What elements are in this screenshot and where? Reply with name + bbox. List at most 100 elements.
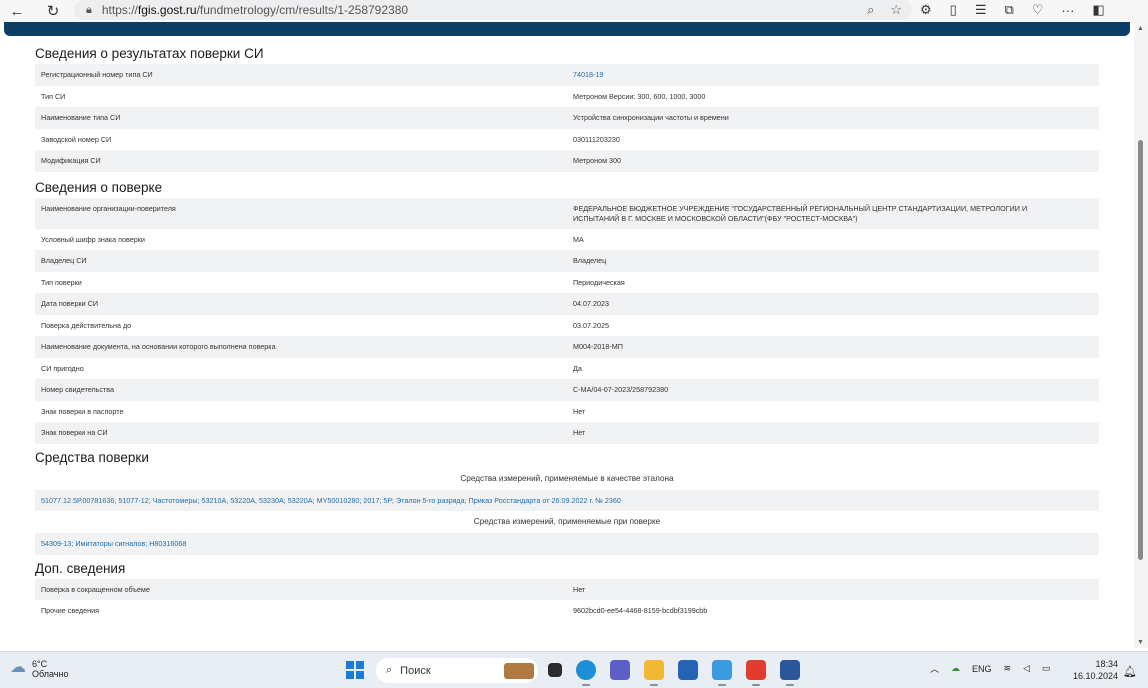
table-row: Номер свидетельства С-МА/04-07-2023/25879… — [35, 379, 1099, 401]
file-explorer-icon[interactable] — [644, 660, 664, 686]
word-icon[interactable] — [780, 660, 800, 686]
taskbar-search[interactable]: ⌕ Поиск — [376, 658, 538, 683]
weather-condition: Облачно — [32, 669, 69, 679]
back-arrow-icon[interactable]: ← — [6, 0, 28, 22]
row-value: М004-2018-МП — [567, 336, 1099, 358]
split-screen-icon[interactable]: ▯ — [950, 2, 957, 18]
temperature: 6°C — [32, 659, 48, 669]
row-key: Условный шифр знака поверки — [41, 234, 145, 244]
table-row: Регистрационный номер типа СИ 74018-19 — [35, 64, 1099, 86]
lock-icon: 🔒︎ — [86, 3, 92, 16]
url-path: /fundmetrology/cm/results/1-258792380 — [196, 3, 409, 17]
remote-desktop-icon[interactable] — [712, 660, 732, 686]
means-section-title: Средства поверки — [35, 449, 149, 465]
standards-link[interactable]: 51077.12.5Р.00781636; 51077-12; Частотом… — [35, 489, 1099, 511]
task-view-icon[interactable] — [548, 663, 562, 677]
row-value: 04.07.2023 — [567, 293, 1099, 315]
browser-toolbar: ← ↻ 🔒︎ https://fgis.gost.ru/fundmetrolog… — [0, 0, 1148, 22]
search-icon: ⌕ — [386, 664, 393, 676]
collections-icon[interactable]: ⧉ — [1004, 2, 1013, 18]
volume-icon[interactable]: ◁ — [1023, 663, 1030, 674]
row-key: Дата поверки СИ — [35, 293, 567, 315]
row-key: Наименование документа, на основании кот… — [35, 336, 567, 358]
table-row: Поверка в сокращенном объеме Нет — [35, 578, 1099, 600]
language-indicator[interactable]: ENG — [972, 664, 992, 674]
row-value: Нет — [567, 422, 1099, 444]
row-key: Знак поверки на СИ — [35, 422, 567, 444]
row-key: Наименование организации-поверителя — [35, 197, 567, 229]
edge-browser-icon[interactable] — [576, 660, 596, 686]
row-key: Заводской номер СИ — [41, 134, 112, 144]
verification-section-title: Сведения о поверке — [35, 179, 163, 195]
row-value: Периодическая — [573, 277, 625, 287]
search-highlight-image-icon — [504, 662, 534, 679]
row-value: 9602bcd0-ee54-4468-8159-bcdbf3199cbb — [567, 600, 1099, 622]
row-value: Да — [573, 363, 582, 373]
scroll-up-arrow-icon[interactable]: ▲ — [1137, 25, 1144, 32]
wifi-icon[interactable]: ≋ — [1004, 663, 1012, 674]
row-key: Регистрационный номер типа СИ — [35, 64, 567, 86]
type-number-link[interactable]: 74018-19 — [573, 70, 603, 79]
row-value: 03.07.2025 — [573, 320, 609, 330]
start-button[interactable] — [346, 661, 364, 679]
table-row: Наименование типа СИ Устройства синхрониз… — [35, 107, 1099, 129]
reload-icon[interactable]: ↻ — [42, 0, 64, 22]
table-row: Модификация СИ Метроном 300 — [35, 150, 1099, 172]
row-value: Нет — [567, 578, 1099, 600]
favorite-star-icon[interactable]: ☆ — [890, 2, 902, 18]
browser-essentials-icon[interactable]: ♡ — [1032, 2, 1044, 18]
taskbar-apps — [548, 660, 800, 686]
chevron-up-icon[interactable]: ︿ — [930, 662, 939, 675]
page-scrollbar[interactable]: ▲ ▼ — [1134, 22, 1148, 648]
store-icon[interactable] — [678, 660, 698, 680]
battery-icon[interactable]: ▭ — [1042, 663, 1051, 674]
search-placeholder: Поиск — [400, 664, 431, 677]
site-header-strip — [4, 22, 1130, 36]
sidebar-icon[interactable]: ◧ — [1092, 2, 1104, 18]
extra-table: Поверка в сокращенном объеме Нет Прочие с… — [35, 578, 1099, 622]
extra-section-title: Доп. сведения — [35, 560, 126, 576]
row-key: Тип СИ — [41, 91, 66, 101]
zoom-icon[interactable]: ⌕ — [867, 2, 874, 18]
table-row: Заводской номер СИ 030111203230 — [35, 129, 1099, 151]
instruments-subtitle: Средства измерений, применяемые при пове… — [473, 517, 661, 526]
date: 16.10.2024 — [1072, 671, 1118, 681]
cloud-sync-icon[interactable]: ☁ — [951, 663, 960, 674]
table-row: Знак поверки в паспорте Нет — [35, 401, 1099, 423]
scroll-down-arrow-icon[interactable]: ▼ — [1137, 639, 1144, 646]
page-viewport: Сведения о результатах поверки СИ Регист… — [0, 22, 1134, 648]
row-key: Наименование типа СИ — [35, 107, 567, 129]
clock[interactable]: 18:34 16.10.2024 — [1070, 658, 1118, 682]
verification-table: Наименование организации-поверителя ФЕДЕР… — [35, 197, 1099, 444]
system-tray: ︿ ☁ ENG ≋ ◁ ▭ — [930, 662, 1051, 675]
more-menu-icon[interactable]: ··· — [1061, 3, 1074, 18]
instruments-link[interactable]: 54309-13; Имитаторы сигналов; Н80316068 — [35, 533, 1099, 555]
row-value: Метроном 300 — [567, 150, 1099, 172]
row-key: Тип поверки — [41, 277, 82, 287]
content: Сведения о результатах поверки СИ Регист… — [35, 44, 1099, 622]
row-value: С-МА/04-07-2023/258792380 — [567, 379, 1099, 401]
anydesk-icon[interactable] — [746, 660, 766, 686]
windows-taskbar: ☁ 6°C Облачно ⌕ Поиск ︿ ☁ ENG ≋ ◁ ▭ 18:3… — [0, 651, 1148, 688]
time: 18:34 — [1095, 659, 1118, 669]
scrollbar-thumb[interactable] — [1138, 140, 1143, 560]
table-row: Тип поверки Периодическая — [35, 272, 1099, 294]
row-value: Метроном Версии: 300, 600, 1000, 3000 — [573, 91, 706, 101]
row-value: Владелец — [567, 250, 1099, 272]
address-bar[interactable]: 🔒︎ https://fgis.gost.ru/fundmetrology/cm… — [74, 0, 912, 20]
row-value: 74018-19 — [567, 64, 1099, 86]
url-host: fgis.gost.ru — [137, 3, 197, 17]
notification-bell-icon[interactable]: 🔔︎ — [1123, 665, 1137, 678]
row-key: Владелец СИ — [35, 250, 567, 272]
weather-widget[interactable]: ☁ 6°C Облачно — [10, 659, 68, 679]
row-value: Устройства синхронизации частоты и време… — [567, 107, 1099, 129]
row-key: Знак поверки в паспорте — [41, 406, 124, 416]
favorites-icon[interactable]: ☰ — [975, 2, 987, 18]
table-row: Знак поверки на СИ Нет — [35, 422, 1099, 444]
standards-subtitle: Средства измерений, применяемые в качест… — [460, 473, 674, 483]
cloud-icon: ☁ — [10, 659, 26, 676]
extensions-icon[interactable]: ⚙ — [920, 2, 932, 18]
results-section-title: Сведения о результатах поверки СИ — [35, 46, 264, 61]
row-key: Прочие сведения — [35, 600, 567, 622]
teams-icon[interactable] — [610, 660, 630, 680]
